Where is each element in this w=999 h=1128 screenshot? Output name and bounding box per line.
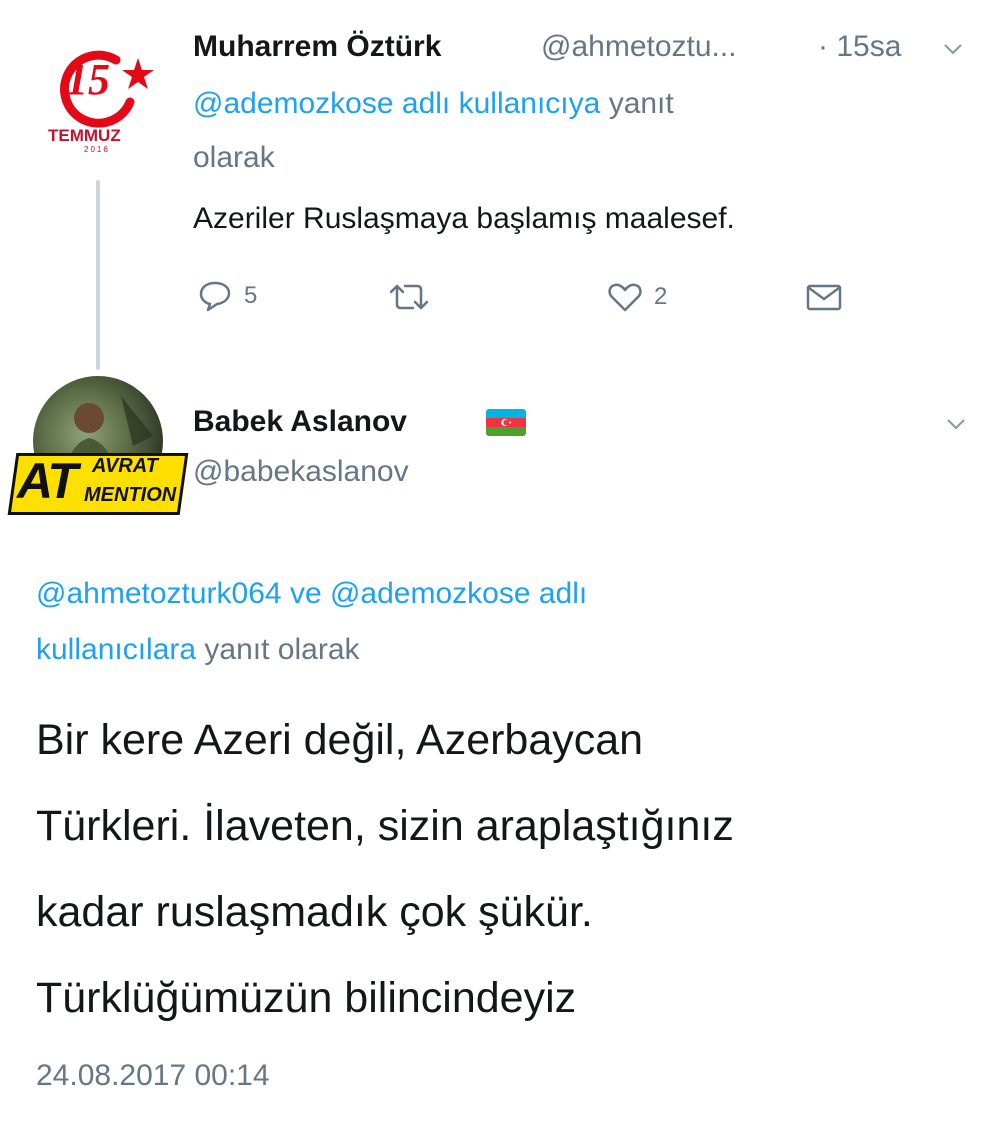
- watermark-line3: MENTION: [84, 484, 177, 506]
- tweet-time[interactable]: · 15sa: [818, 30, 901, 64]
- logo-word: TEMMUZ: [48, 126, 121, 145]
- reply-to-suffix-2: olarak: [193, 141, 275, 174]
- heart-icon: [608, 283, 642, 312]
- watermark-line2: AVRAT: [92, 455, 158, 477]
- reply-link-1[interactable]: @ahmetozturk064: [36, 577, 282, 610]
- author-name[interactable]: Muharrem Öztürk: [193, 30, 441, 64]
- like-count: 2: [654, 283, 668, 310]
- reply-link-3[interactable]: kullanıcılara: [36, 633, 196, 666]
- chevron-down-icon[interactable]: [942, 38, 964, 65]
- dm-action[interactable]: [806, 283, 842, 311]
- tweet-text-line: Türkleri. İlaveten, sizin araplaştığınız: [36, 802, 734, 850]
- chevron-down-icon[interactable]: [945, 413, 967, 440]
- like-action[interactable]: 2: [608, 282, 667, 312]
- reply-context-2: kullanıcılara yanıt olarak: [36, 622, 360, 678]
- author-name[interactable]: Babek Aslanov: [193, 405, 407, 439]
- tweet-text-line: kadar ruslaşmadık çok şükür.: [36, 888, 593, 936]
- author-handle[interactable]: @ahmetoztu...: [541, 30, 737, 64]
- tweet-text: Bir kere Azeri değil, Azerbaycan Türkler…: [36, 697, 734, 1041]
- envelope-icon: [806, 284, 842, 311]
- thread-connector-line: [96, 180, 100, 370]
- reply-context: @ademozkose adlı kullanıcıya yanıt: [193, 76, 913, 132]
- reply-context: @ahmetozturk064 ve @ademozkose adlı: [36, 566, 956, 622]
- logo-year: 2016: [84, 145, 110, 154]
- retweet-action[interactable]: [388, 282, 430, 312]
- reply-suffix: yanıt olarak: [204, 633, 360, 666]
- author-handle[interactable]: @babekaslanov: [193, 455, 409, 489]
- watermark-line1: AT: [17, 453, 78, 509]
- reply-and: ve: [289, 577, 322, 610]
- tweet-timestamp[interactable]: 24.08.2017 00:14: [36, 1059, 270, 1093]
- reply-to-suffix: yanıt: [608, 87, 674, 120]
- reply-count: 5: [244, 282, 258, 309]
- azerbaijan-flag-icon: [486, 409, 526, 436]
- logo-number: 15: [66, 55, 110, 104]
- tweet-text-line: Bir kere Azeri değil, Azerbaycan: [36, 716, 644, 764]
- reply-icon: [199, 281, 231, 312]
- tweet-text-line: Türklüğümüzün bilincindeyiz: [36, 974, 577, 1022]
- reply-action[interactable]: 5: [198, 280, 257, 312]
- reply-link-2[interactable]: @ademozkose adlı: [330, 577, 587, 610]
- tweet-text: Azeriler Ruslaşmaya başlamış maalesef.: [193, 202, 735, 235]
- retweet-icon: [389, 284, 429, 310]
- reply-to-link[interactable]: @ademozkose adlı kullanıcıya: [193, 87, 600, 120]
